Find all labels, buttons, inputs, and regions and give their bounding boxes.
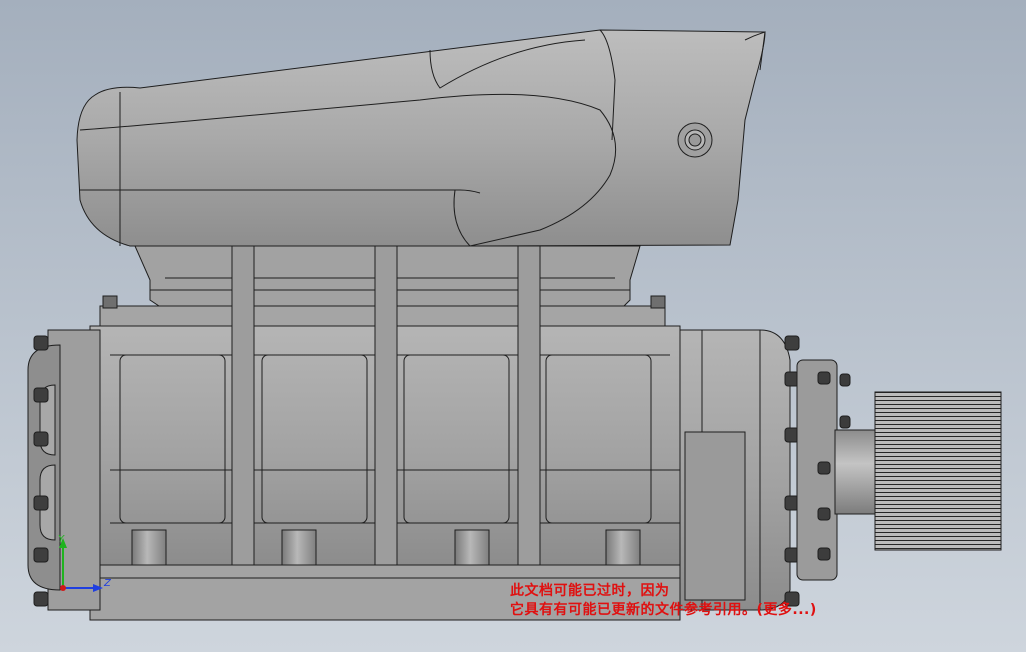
mount-boss bbox=[605, 529, 641, 569]
notice-line-1: 此文档可能已过时，因为 bbox=[510, 583, 670, 599]
housing-rib bbox=[517, 245, 541, 567]
housing-rib bbox=[231, 245, 255, 567]
supercharger-model[interactable]: Y Z bbox=[0, 0, 1026, 652]
flange-bolt bbox=[102, 295, 118, 309]
triad-x-dot bbox=[60, 585, 66, 591]
graphics-viewport[interactable]: Y Z 此文档可能已过时，因为 它具有有可能已更新的文件参考引用。(更多...) bbox=[0, 0, 1026, 652]
gear-case-panel bbox=[684, 431, 746, 601]
housing-rib bbox=[374, 245, 398, 567]
shaft-hub bbox=[834, 429, 881, 515]
notice-line-2[interactable]: 它具有有可能已更新的文件参考引用。(更多...) bbox=[510, 601, 817, 620]
flange-bolt bbox=[650, 295, 666, 309]
mount-boss bbox=[281, 529, 317, 569]
outdated-document-notice[interactable]: 此文档可能已过时，因为 它具有有可能已更新的文件参考引用。(更多...) bbox=[510, 582, 817, 620]
mount-boss bbox=[131, 529, 167, 569]
mount-boss bbox=[454, 529, 490, 569]
triad-y-label: Y bbox=[58, 534, 65, 545]
drive-pulley bbox=[874, 391, 1002, 551]
triad-z-label: Z bbox=[103, 578, 112, 589]
scoop-fastener bbox=[688, 133, 702, 147]
front-cover bbox=[796, 359, 838, 581]
